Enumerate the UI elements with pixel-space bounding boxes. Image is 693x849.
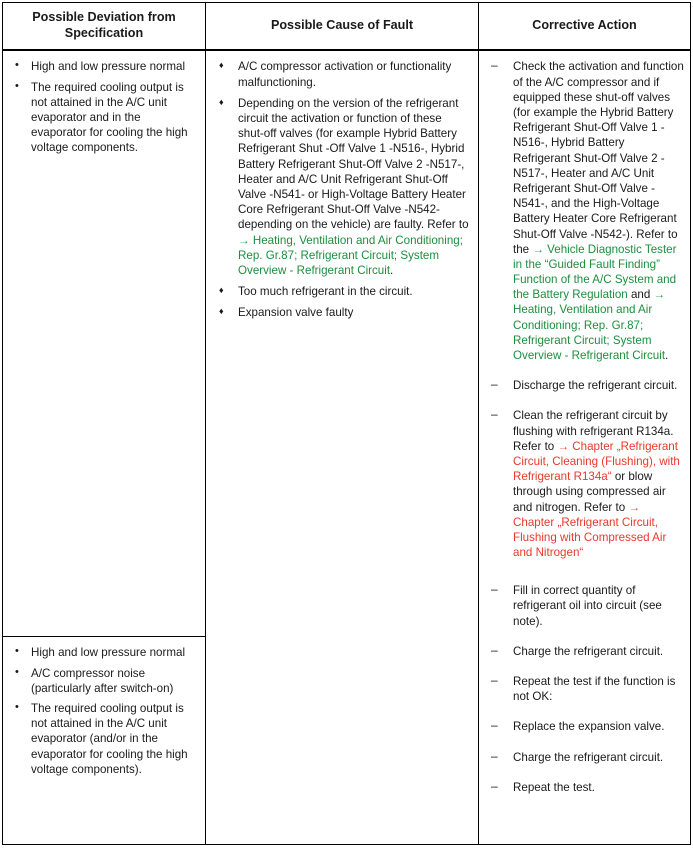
list-item: Fill in correct quantity of refrigerant … xyxy=(487,582,684,629)
list-item: Repeat the test if the function is not O… xyxy=(487,673,684,704)
column-header-cause: Possible Cause of Fault xyxy=(206,3,479,50)
text-segment: Discharge the refrigerant circuit. xyxy=(513,379,678,393)
list-item: High and low pressure normal xyxy=(9,644,197,660)
table-body: High and low pressure normal The required… xyxy=(3,50,690,844)
text-segment: Repeat the test. xyxy=(513,780,595,794)
cell-action-row1: Check the activation and function of the… xyxy=(479,51,690,816)
list-item: Too much refrigerant in the circuit. xyxy=(214,283,470,299)
column-cause: A/C compressor activation or functionali… xyxy=(206,51,479,844)
text-segment: Replace the expansion valve. xyxy=(513,720,665,734)
text-segment: Repeat the test if the function is not O… xyxy=(513,675,676,704)
column-header-action: Corrective Action xyxy=(532,17,637,32)
cell-deviation-row1: High and low pressure normal The required… xyxy=(3,51,205,638)
action-list-row2: Fill in correct quantity of refrigerant … xyxy=(487,582,684,795)
text-segment: . xyxy=(665,349,669,363)
text-segment: A/C compressor activation or functionali… xyxy=(238,60,452,89)
list-item: Check the activation and function of the… xyxy=(487,58,684,363)
list-item: Expansion valve faulty xyxy=(214,304,470,320)
text-segment: Fill in correct quantity of refrigerant … xyxy=(513,584,662,628)
list-item: A/C compressor noise (particularly after… xyxy=(9,665,197,696)
text-segment: Check the activation and function of the… xyxy=(513,60,684,256)
list-item: Charge the refrigerant circuit. xyxy=(487,749,684,765)
text-segment: . xyxy=(390,263,394,277)
list-item: A/C compressor activation or functionali… xyxy=(214,58,470,89)
column-header-deviation: Possible Deviation from Specification xyxy=(3,3,206,50)
list-item: The required cooling output is not attai… xyxy=(9,700,197,777)
text-segment: Expansion valve faulty xyxy=(238,306,354,320)
list-item: Replace the expansion valve. xyxy=(487,718,684,734)
list-item: The required cooling output is not attai… xyxy=(9,79,197,156)
text-segment: Too much refrigerant in the circuit. xyxy=(238,285,413,299)
cell-cause-row1: A/C compressor activation or functionali… xyxy=(206,51,478,332)
list-item: Discharge the refrigerant circuit. xyxy=(487,377,684,393)
action-row-gap xyxy=(487,575,684,583)
text-segment: Charge the refrigerant circuit. xyxy=(513,644,664,658)
list-item: Depending on the version of the refriger… xyxy=(214,95,470,278)
cross-reference-link[interactable]: → Heating, Ventilation and Air Condition… xyxy=(238,234,463,277)
cause-list-row1: A/C compressor activation or functionali… xyxy=(214,58,470,320)
list-item: High and low pressure normal xyxy=(9,58,197,74)
column-action: Check the activation and function of the… xyxy=(479,51,690,844)
list-item: Charge the refrigerant circuit. xyxy=(487,643,684,659)
text-segment: Depending on the version of the refriger… xyxy=(238,96,469,232)
deviation-list-row1: High and low pressure normal The required… xyxy=(9,58,197,156)
list-item: Repeat the test. xyxy=(487,779,684,795)
text-segment: and xyxy=(627,288,654,302)
table-header-row: Possible Deviation from Specification Po… xyxy=(3,3,690,51)
action-list-row1: Check the activation and function of the… xyxy=(487,58,684,560)
cell-deviation-row2: High and low pressure normal A/C compress… xyxy=(3,637,205,783)
deviation-list-row2: High and low pressure normal A/C compress… xyxy=(9,644,197,777)
fault-diagnosis-table: Possible Deviation from Specification Po… xyxy=(2,2,691,845)
column-deviation: High and low pressure normal The required… xyxy=(3,51,206,844)
list-item: Clean the refrigerant circuit by flushin… xyxy=(487,407,684,560)
text-segment: Charge the refrigerant circuit. xyxy=(513,750,664,764)
